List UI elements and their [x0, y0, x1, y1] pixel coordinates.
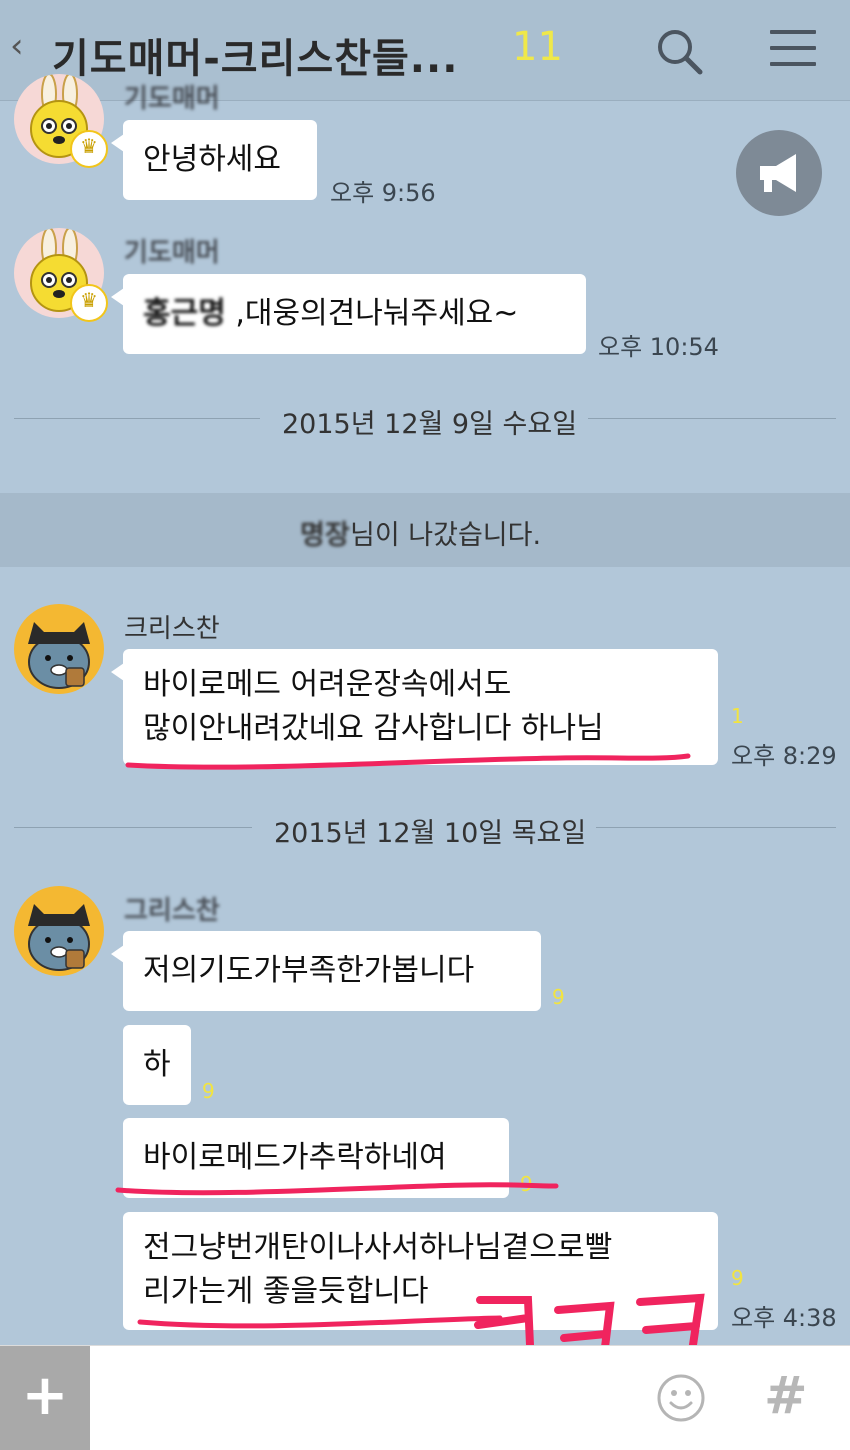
- chevron-left-icon[interactable]: ‹: [10, 26, 24, 66]
- message-text: ,대웅의견나눠주세요~: [225, 296, 519, 331]
- hashtag-button[interactable]: #: [764, 1366, 808, 1426]
- sender-name: 기도매머: [124, 84, 220, 114]
- message-bubble[interactable]: 바이로메드가추락하네여: [123, 1118, 509, 1198]
- avatar[interactable]: [14, 886, 104, 976]
- divider: [14, 418, 260, 419]
- divider: [596, 827, 836, 828]
- message-time: 오후 10:54: [598, 333, 719, 361]
- unread-count: 9: [520, 1172, 533, 1196]
- message-time: 오후 4:38: [731, 1304, 837, 1332]
- unread-count: 9: [202, 1079, 215, 1103]
- crown-badge-icon: ♛: [70, 284, 108, 322]
- message-bubble[interactable]: 하: [123, 1025, 191, 1105]
- message-bubble[interactable]: 전그냥번개탄이나사서하나님곁으로빨 리가는게 좋을듯합니다: [123, 1212, 718, 1330]
- message-text: 하: [143, 1047, 171, 1082]
- member-count: 11: [512, 24, 563, 70]
- message-input-bar: + #: [0, 1345, 850, 1450]
- message-bubble[interactable]: 바이로메드 어려운장속에서도 많이안내려갔네요 감사합니다 하나님: [111, 649, 718, 765]
- message-bubble[interactable]: 홍근명 ,대웅의견나눠주세요~: [111, 274, 586, 354]
- add-attachment-button[interactable]: +: [0, 1346, 90, 1450]
- sender-name: 기도매머: [124, 238, 220, 268]
- message-bubble[interactable]: 저의기도가부족한가봅니다: [111, 931, 541, 1011]
- blurred-text: 홍근명: [143, 296, 226, 331]
- megaphone-icon[interactable]: [736, 130, 822, 216]
- unread-count: 9: [731, 1266, 744, 1290]
- date-divider: 2015년 12월 10일 목요일: [274, 818, 587, 849]
- message-time: 오후 8:29: [731, 742, 837, 770]
- message-bubble[interactable]: 안녕하세요: [111, 120, 317, 200]
- blurred-name: 명장: [300, 520, 350, 551]
- message-time: 오후 9:56: [330, 179, 436, 207]
- crown-badge-icon: ♛: [70, 130, 108, 168]
- message-text-line: 리가는게 좋을듯합니다: [143, 1274, 429, 1309]
- divider: [14, 827, 252, 828]
- message-text-line: 전그냥번개탄이나사서하나님곁으로빨: [143, 1230, 613, 1265]
- divider: [588, 418, 836, 419]
- sender-name: 그리스찬: [124, 896, 220, 926]
- unread-count: 1: [731, 704, 744, 728]
- notice-text: 님이 나갔습니다.: [350, 520, 542, 551]
- date-divider: 2015년 12월 9일 수요일: [282, 409, 578, 440]
- cat-avatar-icon: [28, 622, 90, 689]
- message-text: 안녕하세요: [143, 142, 281, 177]
- chat-room-title: 기도매머-크리스찬들...: [52, 36, 459, 82]
- message-text: 저의기도가부족한가봅니다: [143, 953, 475, 988]
- system-notice: 명장 님이 나갔습니다.: [0, 493, 850, 567]
- menu-icon[interactable]: [770, 30, 816, 70]
- message-text-line: 바이로메드 어려운장속에서도: [143, 667, 512, 702]
- message-text-line: 많이안내려갔네요 감사합니다 하나님: [143, 711, 604, 746]
- message-text: 바이로메드가추락하네여: [143, 1140, 447, 1175]
- unread-count: 9: [552, 985, 565, 1009]
- avatar[interactable]: [14, 604, 104, 694]
- sender-name: 크리스찬: [124, 614, 220, 644]
- search-icon[interactable]: [654, 26, 704, 76]
- smiley-icon[interactable]: [656, 1373, 706, 1423]
- cat-avatar-icon: [28, 904, 90, 971]
